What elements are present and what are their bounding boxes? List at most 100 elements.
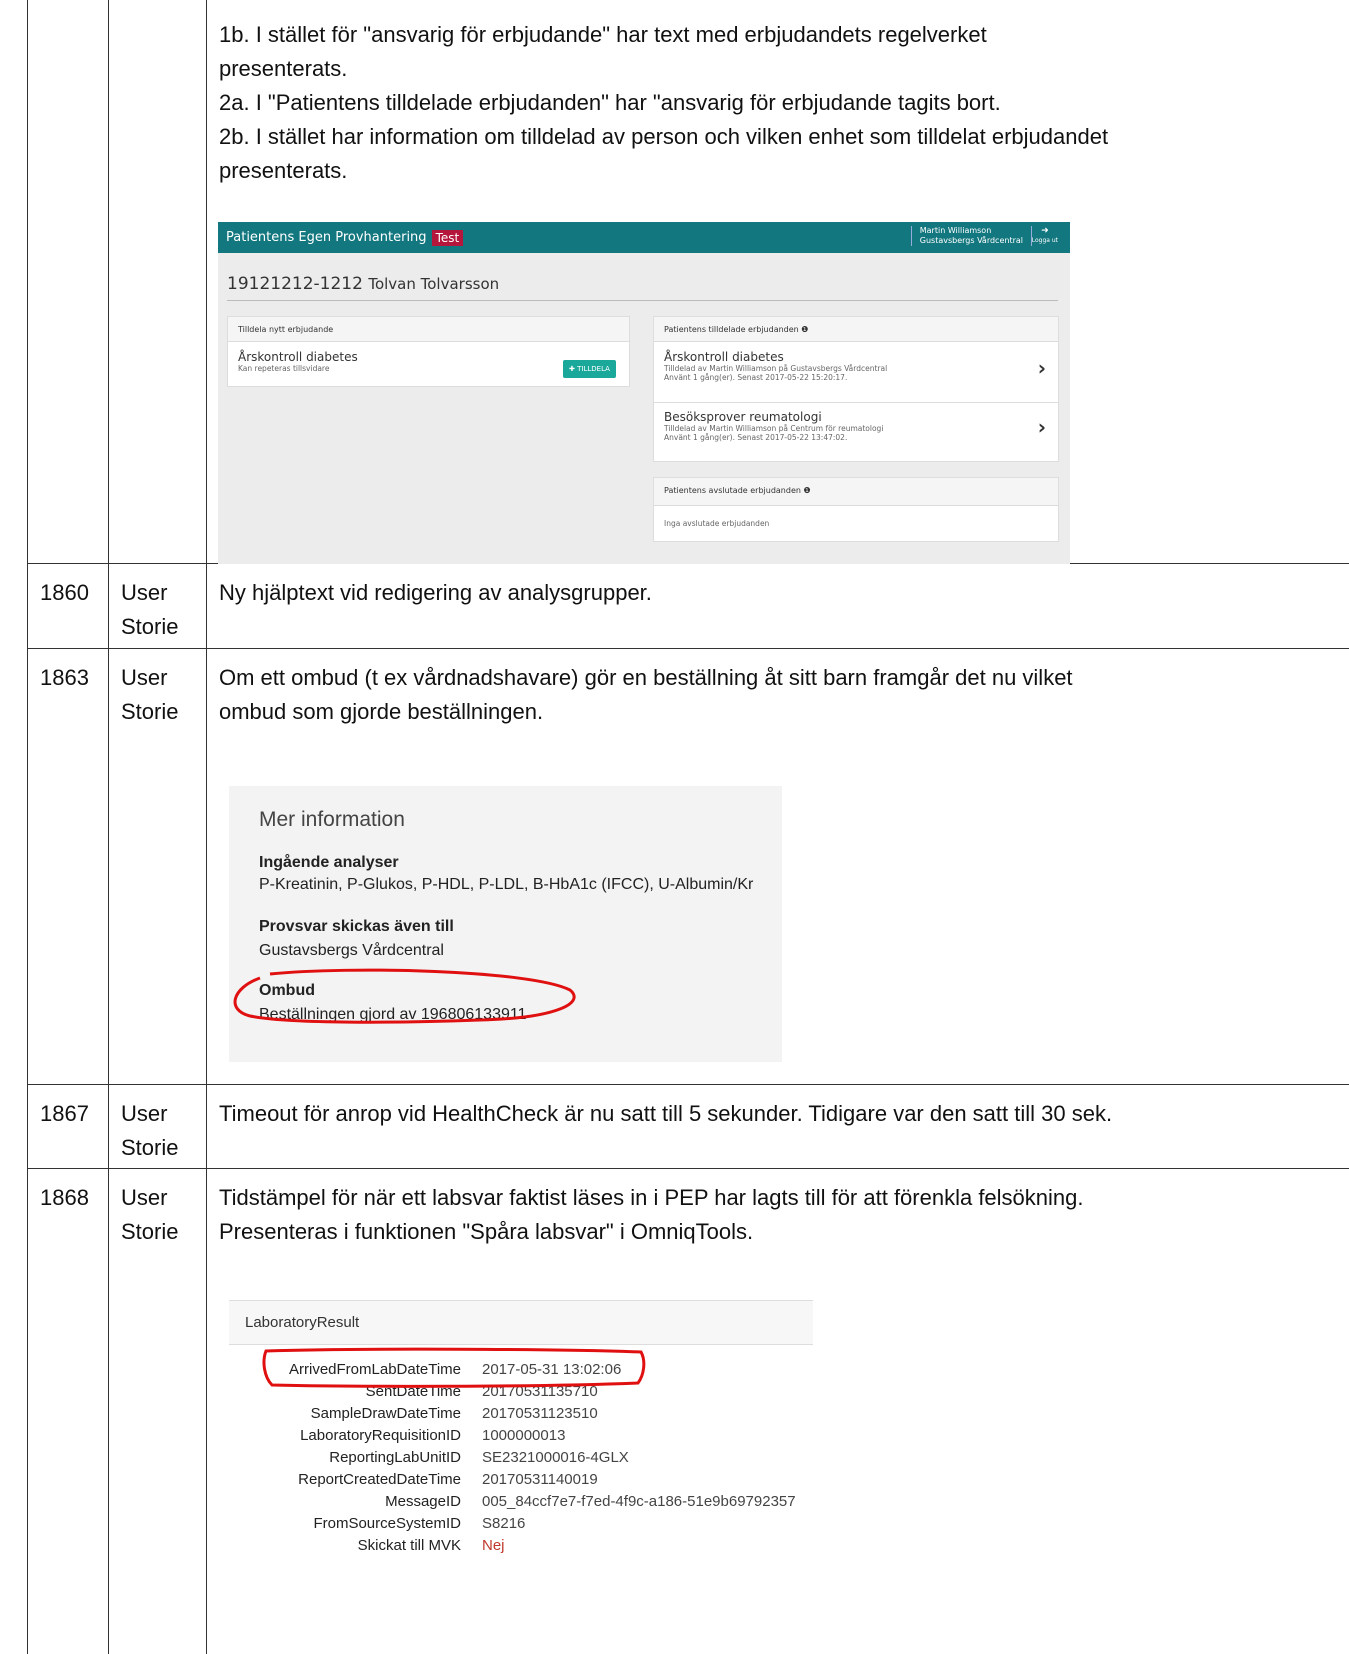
row-description: Ny hjälptext vid redigering av analysgru… — [207, 564, 1349, 648]
lab-field-row: ReportCreatedDateTime 20170531140019 — [229, 1471, 813, 1493]
type-line: Storie — [121, 1135, 179, 1160]
chevron-right-icon: › — [1037, 356, 1046, 380]
lab-field-value: 20170531140019 — [482, 1471, 598, 1488]
analyses-label: Ingående analyser — [259, 854, 399, 871]
lab-result-title: LaboratoryResult — [229, 1301, 813, 1345]
new-offer-card: Tilldela nytt erbjudande Årskontroll dia… — [227, 316, 630, 387]
empty-state: Inga avslutade erbjudanden — [664, 519, 770, 528]
more-information-screenshot: Mer information Ingående analyser P-Krea… — [229, 786, 782, 1062]
patient-heading: 19121212-1212 Tolvan Tolvarsson — [227, 274, 499, 294]
plus-icon: ✚ — [569, 365, 575, 373]
agent-value: Beställningen gjord av 196806133911 — [259, 1006, 527, 1023]
row-type: User Storie — [109, 564, 207, 648]
lab-field-key: Skickat till MVK — [357, 1537, 461, 1554]
type-line: User — [121, 580, 168, 605]
sent-to-value: Gustavsbergs Vårdcentral — [259, 942, 444, 959]
list-item[interactable]: Besöksprover reumatologi Tilldelad av Ma… — [654, 403, 1058, 461]
table-row: 1867 User Storie Timeout för anrop vid H… — [28, 1085, 1349, 1169]
lab-field-row: FromSourceSystemID S8216 — [229, 1515, 813, 1537]
description-line: 1b. I stället för "ansvarig för erbjudan… — [219, 22, 987, 47]
description-line: Om ett ombud (t ex vårdnadshavare) gör e… — [219, 665, 1073, 690]
offer-assigned-by: Tilldelad av Martin Williamson på Centru… — [664, 424, 884, 433]
lab-field-value: 20170531123510 — [482, 1405, 598, 1422]
sent-to-label: Provsvar skickas även till — [259, 918, 454, 935]
finished-offers-card: Patientens avslutade erbjudanden ❶ Inga … — [653, 477, 1059, 542]
type-line: Storie — [121, 699, 179, 724]
assign-button[interactable]: ✚ TILLDELA — [563, 360, 616, 378]
pep-top-bar: Patientens Egen Provhantering Test Marti… — [218, 222, 1070, 253]
offer-title: Årskontroll diabetes — [664, 350, 784, 364]
chevron-right-icon: › — [1037, 415, 1046, 439]
description-line: presenterats. — [219, 56, 348, 81]
highlight-ellipse — [262, 1347, 646, 1388]
row-number: 1868 — [28, 1169, 109, 1654]
user-unit: Gustavsbergs Vårdcentral — [919, 236, 1023, 245]
card-heading-text: Patientens avslutade erbjudanden — [664, 486, 801, 495]
lab-field-key: LaboratoryRequisitionID — [300, 1427, 461, 1444]
logout-button[interactable]: ➜ Logga ut — [1032, 226, 1058, 246]
row-number: 1867 — [28, 1085, 109, 1168]
lab-field-key: MessageID — [385, 1493, 461, 1510]
lab-field-key: ReportCreatedDateTime — [298, 1471, 461, 1488]
table-row: 1860 User Storie Ny hjälptext vid redige… — [28, 564, 1349, 649]
lab-field-row: ReportingLabUnitID SE2321000016-4GLX — [229, 1449, 813, 1471]
row-type: User Storie — [109, 1085, 207, 1168]
type-line: User — [121, 1101, 168, 1126]
description-line: Presenteras i funktionen "Spåra labsvar"… — [219, 1219, 754, 1244]
user-name: Martin Williamson — [919, 226, 992, 235]
lab-field-value: S8216 — [482, 1515, 526, 1532]
offer-title: Besöksprover reumatologi — [664, 410, 822, 424]
patient-id: 19121212-1212 — [227, 274, 363, 294]
pep-screenshot: Patientens Egen Provhantering Test Marti… — [218, 222, 1070, 564]
assigned-offers-card: Patientens tilldelade erbjudanden ❶ Årsk… — [653, 316, 1059, 462]
card-heading-text: Patientens tilldelade erbjudanden — [664, 325, 799, 334]
type-line: Storie — [121, 614, 179, 639]
pep-app-title: Patientens Egen Provhantering — [226, 230, 427, 245]
card-heading: Patientens tilldelade erbjudanden ❶ — [654, 317, 1058, 342]
lab-field-key: ReportingLabUnitID — [329, 1449, 461, 1466]
lab-field-row: SampleDrawDateTime 20170531123510 — [229, 1405, 813, 1427]
row-description: Timeout för anrop vid HealthCheck är nu … — [207, 1085, 1349, 1168]
more-info-title: Mer information — [259, 808, 405, 831]
description-line: 2b. I stället har information om tilldel… — [219, 124, 1109, 149]
row-type — [109, 0, 207, 563]
row-type: User Storie — [109, 1169, 207, 1654]
lab-field-row: LaboratoryRequisitionID 1000000013 — [229, 1427, 813, 1449]
list-item[interactable]: Årskontroll diabetes Tilldelad av Martin… — [654, 342, 1058, 403]
description-line: ombud som gjorde beställningen. — [219, 699, 544, 724]
description-line: presenterats. — [219, 158, 348, 183]
env-tag: Test — [431, 229, 464, 246]
lab-field-key: FromSourceSystemID — [313, 1515, 461, 1532]
type-line: Storie — [121, 1219, 179, 1244]
offer-usage: Använt 1 gång(er). Senast 2017-05-22 15:… — [664, 373, 848, 382]
row-number: 1863 — [28, 649, 109, 1084]
card-heading: Tilldela nytt erbjudande — [228, 317, 629, 342]
lab-field-value: 005_84ccf7e7-f7ed-4f9c-a186-51e9b6979235… — [482, 1493, 796, 1510]
lab-field-value: Nej — [482, 1537, 505, 1554]
logout-icon: ➜ — [1041, 226, 1049, 236]
row-number — [28, 0, 109, 563]
lab-field-value: 1000000013 — [482, 1427, 566, 1444]
offer-usage: Använt 1 gång(er). Senast 2017-05-22 13:… — [664, 433, 848, 442]
offer-assigned-by: Tilldelad av Martin Williamson på Gustav… — [664, 364, 888, 373]
analyses-value: P-Kreatinin, P-Glukos, P-HDL, P-LDL, B-H… — [259, 876, 754, 893]
user-info[interactable]: Martin Williamson Gustavsbergs Vårdcentr… — [910, 226, 1032, 246]
row-number: 1860 — [28, 564, 109, 648]
description-line: Tidstämpel för när ett labsvar faktist l… — [219, 1185, 1084, 1210]
info-icon: ❶ — [801, 325, 809, 334]
type-line: User — [121, 1185, 168, 1210]
logout-label: Logga ut — [1031, 237, 1058, 244]
type-line: User — [121, 665, 168, 690]
lab-field-key: SampleDrawDateTime — [310, 1405, 461, 1422]
lab-field-row: MessageID 005_84ccf7e7-f7ed-4f9c-a186-51e… — [229, 1493, 813, 1515]
divider — [227, 300, 1058, 301]
description-line: 2a. I "Patientens tilldelade erbjudanden… — [219, 90, 1001, 115]
row-type: User Storie — [109, 649, 207, 1084]
assign-label: TILLDELA — [577, 365, 610, 373]
patient-name: Tolvan Tolvarsson — [368, 275, 500, 293]
card-heading: Patientens avslutade erbjudanden ❶ — [654, 478, 1058, 506]
info-icon: ❶ — [803, 486, 811, 495]
agent-label: Ombud — [259, 982, 315, 999]
lab-field-row: Skickat till MVK Nej — [229, 1537, 813, 1559]
lab-field-value: SE2321000016-4GLX — [482, 1449, 629, 1466]
